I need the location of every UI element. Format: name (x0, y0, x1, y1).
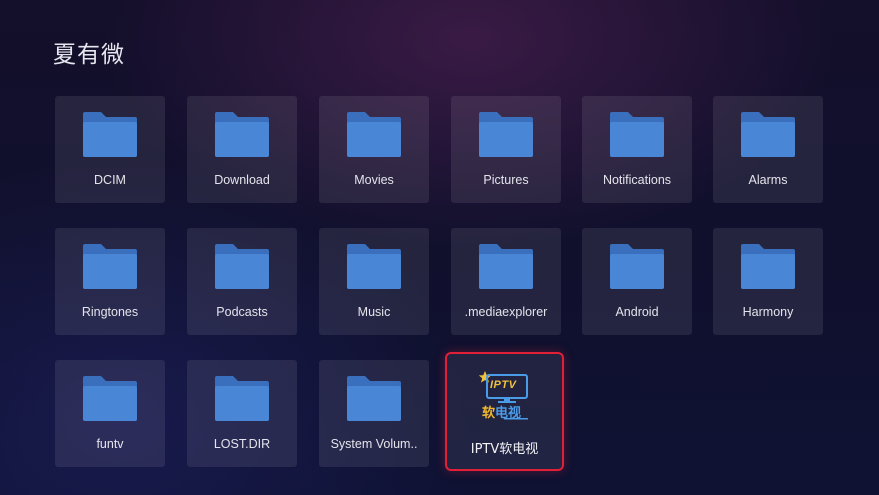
folder-label: DCIM (94, 173, 126, 187)
folder-icon (608, 111, 666, 158)
folder-tile-mediaexplorer[interactable]: .mediaexplorer (451, 228, 561, 335)
iptv-logo-cn-text: 软电视 (482, 406, 522, 421)
folder-label: Pictures (483, 173, 529, 187)
file-grid: DCIM Download Movies Pictures Notificati… (55, 96, 835, 476)
folder-label: Podcasts (216, 305, 268, 319)
folder-icon (345, 243, 403, 290)
folder-icon (345, 375, 403, 422)
folder-icon (81, 375, 139, 422)
folder-icon (81, 111, 139, 158)
folder-tile-android[interactable]: Android (582, 228, 692, 335)
folder-icon (608, 243, 666, 290)
folder-tile-lost-dir[interactable]: LOST.DIR (187, 360, 297, 467)
iptv-app-icon: IPTV 软电视 (478, 369, 532, 421)
folder-tile-music[interactable]: Music (319, 228, 429, 335)
folder-icon (213, 243, 271, 290)
folder-label: Ringtones (81, 305, 139, 319)
folder-tile-pictures[interactable]: Pictures (451, 96, 561, 203)
app-tile-iptv[interactable]: IPTV 软电视 IPTV软电视 (445, 352, 564, 471)
folder-tile-alarms[interactable]: Alarms (713, 96, 823, 203)
folder-label: Notifications (602, 173, 672, 187)
folder-tile-system-volume[interactable]: System Volum.. (319, 360, 429, 467)
folder-tile-download[interactable]: Download (187, 96, 297, 203)
folder-label: System Volum.. (330, 437, 418, 451)
folder-icon (477, 243, 535, 290)
folder-icon (345, 111, 403, 158)
app-label: IPTV软电视 (470, 442, 539, 457)
folder-tile-ringtones[interactable]: Ringtones (55, 228, 165, 335)
folder-label: Download (214, 173, 270, 187)
folder-tile-dcim[interactable]: DCIM (55, 96, 165, 203)
folder-label: LOST.DIR (213, 437, 271, 451)
folder-tile-harmony[interactable]: Harmony (713, 228, 823, 335)
folder-tile-notifications[interactable]: Notifications (582, 96, 692, 203)
folder-icon (477, 111, 535, 158)
folder-label: .mediaexplorer (464, 305, 548, 319)
folder-label: Music (357, 305, 391, 319)
page-title: 夏有微 (53, 42, 125, 68)
folder-label: Alarms (748, 173, 788, 187)
iptv-logo-text: IPTV (490, 379, 517, 391)
folder-label: Harmony (742, 305, 794, 319)
folder-icon (213, 375, 271, 422)
folder-label: funtv (96, 437, 124, 451)
folder-icon (213, 111, 271, 158)
folder-label: Android (615, 305, 659, 319)
folder-label: Movies (354, 173, 394, 187)
folder-icon (81, 243, 139, 290)
folder-tile-funtv[interactable]: funtv (55, 360, 165, 467)
folder-icon (739, 243, 797, 290)
folder-icon (739, 111, 797, 158)
folder-tile-podcasts[interactable]: Podcasts (187, 228, 297, 335)
folder-tile-movies[interactable]: Movies (319, 96, 429, 203)
